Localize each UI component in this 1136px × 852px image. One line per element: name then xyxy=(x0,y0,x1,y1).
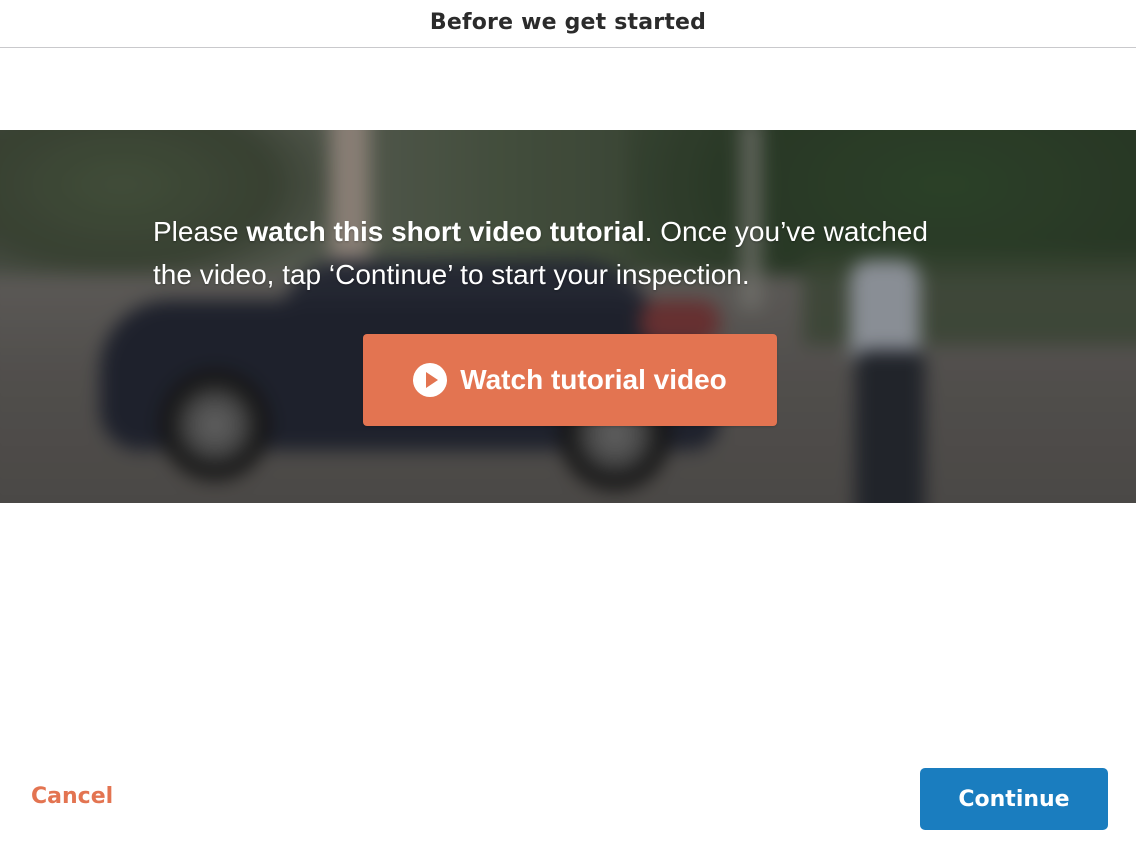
nav-header: Before we get started xyxy=(0,0,1136,48)
instructions-text-before: Please xyxy=(153,216,247,247)
tutorial-banner: Please watch this short video tutorial. … xyxy=(0,130,1136,503)
watch-tutorial-video-button[interactable]: Watch tutorial video xyxy=(363,334,777,426)
continue-button[interactable]: Continue xyxy=(920,768,1108,830)
play-circle-icon xyxy=(413,363,448,397)
before-we-get-started-screen: Before we get started Please watch this … xyxy=(0,0,1136,852)
banner-overlay xyxy=(0,130,1136,503)
page-title: Before we get started xyxy=(429,10,707,35)
cancel-button[interactable]: Cancel xyxy=(31,784,113,809)
watch-tutorial-video-label: Watch tutorial video xyxy=(460,364,727,395)
instructions-text-bold: watch this short video tutorial xyxy=(246,216,645,247)
continue-label: Continue xyxy=(958,786,1070,812)
tutorial-instructions: Please watch this short video tutorial. … xyxy=(153,210,953,296)
